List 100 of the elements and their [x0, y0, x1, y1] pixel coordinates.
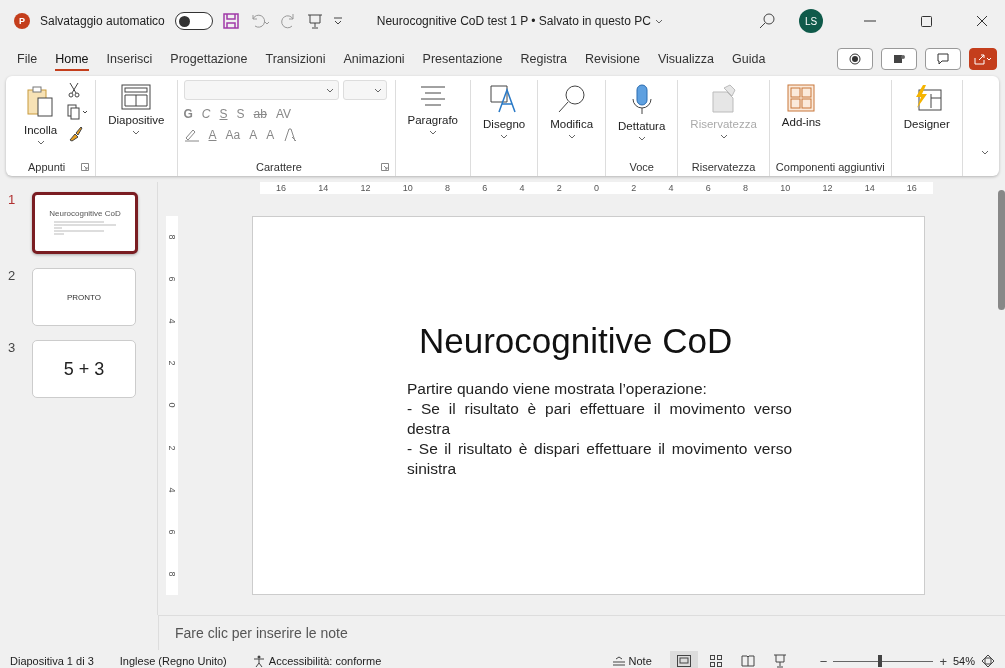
record-icon [849, 53, 861, 65]
ribbon-tab[interactable]: Registra [511, 46, 577, 72]
paragraph-button[interactable]: Paragrafo [401, 80, 464, 139]
presentation-icon [772, 654, 787, 668]
chevron-down-icon [132, 130, 141, 135]
addins-button[interactable]: Add-ins [775, 80, 827, 132]
app-logo: P [14, 13, 30, 29]
spacing-button[interactable]: AV [275, 107, 292, 121]
group-label: Appunti [26, 160, 67, 175]
chevron-down-icon [373, 87, 382, 93]
add-ins-icon [787, 84, 816, 112]
accessibility-icon[interactable] [252, 655, 265, 667]
language-status[interactable]: Inglese (Regno Unito) [119, 655, 227, 667]
zoom-in-button[interactable]: + [939, 653, 947, 668]
slide-count: Diapositiva 1 di 3 [10, 655, 94, 667]
group-label: Carattere [255, 160, 303, 175]
change-case-button[interactable]: Aa [225, 128, 241, 142]
presentation-icon[interactable] [306, 13, 323, 29]
sensitivity-icon [709, 84, 738, 114]
strikethrough-button[interactable]: ab [253, 107, 267, 121]
dialog-launcher-icon[interactable] [81, 163, 90, 171]
zoom-level[interactable]: 54% [952, 655, 975, 667]
ribbon-tab[interactable]: Visualizza [648, 46, 724, 72]
ribbon-tab[interactable]: Presentazione [413, 46, 512, 72]
record-button[interactable] [837, 48, 873, 70]
chevron-down-icon [36, 140, 45, 145]
slide-layout-icon [121, 84, 152, 110]
normal-view-button[interactable] [669, 651, 698, 668]
maximize-icon[interactable] [920, 15, 932, 27]
horizontal-ruler: 16 14 12 10 8 6 4 2 0 2 4 6 8 10 12 14 16 [260, 182, 933, 194]
notes-icon[interactable] [612, 656, 625, 666]
normal-view-icon [676, 655, 691, 667]
font-size-field[interactable] [342, 80, 387, 100]
ribbon-tab[interactable]: Revisione [576, 46, 649, 72]
zoom-out-button[interactable]: − [819, 653, 828, 668]
teams-icon [893, 53, 905, 65]
save-icon[interactable] [222, 13, 239, 29]
notes-toggle[interactable]: Note [628, 655, 652, 667]
close-icon[interactable] [976, 15, 988, 27]
ribbon-tab[interactable]: Progettazione [161, 46, 257, 72]
bold-button[interactable]: G [183, 107, 193, 121]
slide-title[interactable]: Neurocognitive CoD [419, 321, 733, 361]
ribbon-tab[interactable]: Inserisci [97, 46, 162, 72]
slide-thumbnail[interactable]: 5 + 3 [32, 340, 136, 398]
accessibility-status[interactable]: Accessibilità: conforme [268, 655, 382, 667]
shrink-font-button[interactable]: A [266, 128, 275, 142]
customize-icon[interactable] [332, 16, 343, 26]
ribbon-tab[interactable]: Transizioni [256, 46, 335, 72]
dialog-launcher-icon[interactable] [380, 163, 389, 171]
layout-button[interactable]: Diapositive [102, 80, 171, 139]
book-icon [740, 655, 755, 667]
zoom-thumb[interactable] [878, 655, 883, 667]
italic-button[interactable]: C [201, 107, 211, 121]
drawing-button[interactable]: Disegno [477, 80, 532, 143]
notes-field[interactable]: Fare clic per inserire le note [158, 615, 1005, 650]
search-button[interactable]: Modifica [544, 80, 600, 143]
slide-thumbnail[interactable]: Neurocognitive CoD [32, 192, 138, 254]
ribbon-tab[interactable]: Animazioni [334, 46, 414, 72]
copy-icon[interactable] [67, 104, 90, 120]
thumbnail-text: 5 + 3 [63, 358, 105, 380]
group-label: Componenti aggiuntivi [775, 160, 885, 175]
ribbon-tab[interactable]: Home [46, 46, 98, 72]
scrollbar-thumb[interactable] [998, 190, 1005, 310]
search-icon [556, 84, 587, 114]
designer-button[interactable]: Designer [897, 80, 956, 134]
underline-button[interactable]: S [219, 107, 228, 121]
share-icon [974, 53, 992, 65]
grid-icon [709, 655, 722, 667]
document-title[interactable]: Neurocognitive CoD test 1 P • Salvato in questo PC [376, 14, 663, 28]
chevron-down-icon [567, 134, 576, 139]
paintbrush-icon[interactable] [67, 126, 84, 142]
search-icon[interactable] [759, 13, 775, 29]
slide-number: 1 [8, 192, 17, 209]
comment-icon [937, 53, 949, 65]
chevron-down-icon [637, 136, 646, 141]
comments-button[interactable] [925, 48, 961, 70]
user-avatar[interactable]: LS [799, 9, 823, 33]
paste-button[interactable]: Incolla [18, 80, 64, 149]
chevron-down-icon [500, 134, 509, 139]
group-label: Riservatezza [690, 160, 757, 175]
ribbon-tab[interactable]: File [8, 46, 47, 72]
font-color-button[interactable]: A [208, 128, 217, 142]
shadow-button[interactable]: S [236, 107, 245, 121]
cut-icon[interactable] [67, 82, 82, 98]
grow-font-button[interactable]: A [249, 128, 258, 142]
slide-thumbnail[interactable]: PRONTO [32, 268, 136, 326]
fit-to-window-icon[interactable] [981, 654, 995, 668]
share-button[interactable] [969, 48, 997, 70]
font-name-field[interactable] [183, 80, 339, 100]
autosave-toggle[interactable] [174, 12, 213, 30]
slide-body-text[interactable]: Partire quando viene mostrata l’operazione: - Se il risultato è pari effettuare il movimento verso destra - Se il risultato è dispari effettuare il movimento verso sinistra [407, 379, 792, 479]
slide-number: 2 [8, 268, 17, 285]
clear-formatting-icon[interactable] [283, 128, 298, 142]
ribbon-tab[interactable]: Guida [723, 46, 775, 72]
group-label: Voce [628, 160, 655, 175]
chevron-down-icon [428, 130, 437, 135]
highlighter-icon[interactable] [183, 128, 200, 142]
collapse-ribbon-icon [981, 150, 989, 155]
mic-button[interactable]: Dettatura [612, 80, 672, 145]
teams-button[interactable] [881, 48, 917, 70]
